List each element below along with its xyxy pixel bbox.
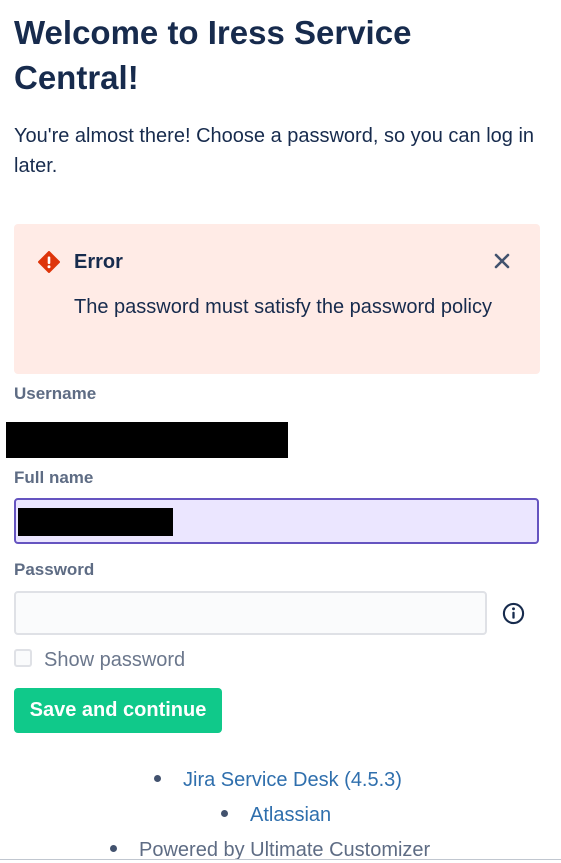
show-password-checkbox[interactable] <box>14 649 32 667</box>
bullet-icon <box>221 810 228 818</box>
save-and-continue-button[interactable]: Save and continue <box>14 688 222 733</box>
error-icon <box>38 251 60 273</box>
error-message-panel: Error The password must satisfy the pass… <box>14 224 540 374</box>
full-name-field[interactable] <box>14 498 539 544</box>
intro-text: You're almost there! Choose a password, … <box>14 125 535 177</box>
error-title: Error <box>74 251 123 273</box>
error-text: The password must satisfy the password p… <box>74 296 492 318</box>
password-field[interactable] <box>14 591 487 635</box>
full-name-value <box>18 508 173 536</box>
atlassian-link[interactable]: Atlassian <box>250 804 331 826</box>
full-name-label: Full name <box>14 468 94 487</box>
footer-item-jira: Jira Service Desk (4.5.3) <box>154 767 402 793</box>
show-password-label[interactable]: Show password <box>44 647 185 673</box>
username-value <box>6 422 288 458</box>
username-label: Username <box>14 384 97 403</box>
footer-item-atlassian: Atlassian <box>221 802 331 828</box>
bullet-icon <box>154 775 161 783</box>
jira-service-desk-link[interactable]: Jira Service Desk (4.5.3) <box>183 769 402 791</box>
info-icon[interactable] <box>502 602 525 625</box>
powered-by-text: Powered by Ultimate Customizer <box>139 839 431 861</box>
password-label: Password <box>14 560 95 579</box>
divider <box>0 859 561 860</box>
close-icon[interactable] <box>488 247 516 275</box>
bullet-icon <box>110 845 117 853</box>
page-title: Welcome to Iress Service Central! <box>14 14 412 96</box>
